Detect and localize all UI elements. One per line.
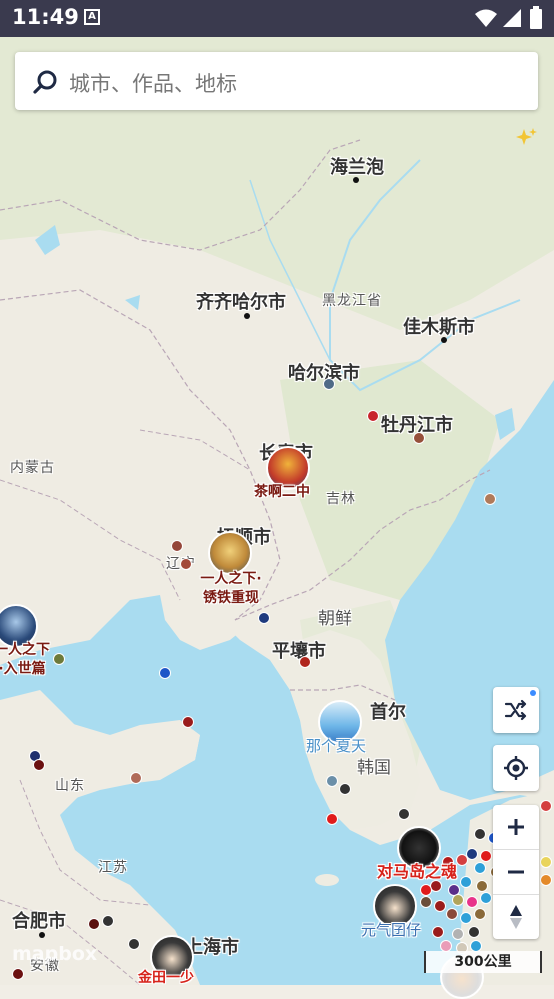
location-marker[interactable] — [540, 874, 552, 886]
location-marker[interactable] — [12, 968, 24, 980]
location-marker[interactable] — [299, 656, 311, 668]
location-marker[interactable] — [540, 856, 552, 868]
location-marker[interactable] — [171, 540, 183, 552]
zoom-in-button[interactable] — [493, 805, 539, 850]
location-marker[interactable] — [452, 928, 464, 940]
work-label[interactable]: 金田一少 — [138, 969, 194, 988]
work-label[interactable]: 元气囝仔 — [361, 921, 421, 940]
location-marker[interactable] — [474, 908, 486, 920]
mapbox-logo[interactable]: mapbox — [12, 943, 97, 965]
location-marker[interactable] — [474, 862, 486, 874]
location-marker[interactable] — [102, 915, 114, 927]
location-marker[interactable] — [480, 892, 492, 904]
location-marker[interactable] — [182, 716, 194, 728]
plus-icon — [508, 819, 524, 835]
location-marker[interactable] — [339, 783, 351, 795]
work-avatar[interactable] — [208, 531, 252, 575]
location-marker[interactable] — [476, 880, 488, 892]
work-label[interactable]: 那个夏天 — [306, 737, 366, 756]
status-time: 11:49 — [12, 5, 79, 29]
shuffle-button[interactable] — [493, 687, 539, 733]
location-marker[interactable] — [460, 912, 472, 924]
province-label-山东: 山东 — [55, 778, 85, 794]
location-marker[interactable] — [474, 828, 486, 840]
location-marker[interactable] — [413, 432, 425, 444]
compass-icon — [510, 905, 522, 929]
shuffle-icon — [504, 699, 527, 721]
location-marker[interactable] — [460, 876, 472, 888]
search-input[interactable]: 城市、作品、地标 — [69, 68, 237, 98]
work-label[interactable]: 一人之下·入世篇 — [0, 641, 52, 679]
country-label-朝鲜: 朝鲜 — [318, 609, 352, 629]
search-icon — [33, 70, 57, 94]
location-marker[interactable] — [326, 775, 338, 787]
location-marker[interactable] — [130, 772, 142, 784]
location-marker[interactable] — [128, 938, 140, 950]
location-marker[interactable] — [466, 896, 478, 908]
province-label-江苏: 江苏 — [98, 860, 128, 876]
zoom-out-button[interactable] — [493, 850, 539, 895]
wifi-icon — [475, 9, 497, 27]
location-marker[interactable] — [456, 854, 468, 866]
location-marker[interactable] — [88, 918, 100, 930]
city-label-首尔[interactable]: 首尔 — [370, 698, 406, 724]
new-indicator-dot — [530, 690, 536, 696]
city-label-齐齐哈尔市[interactable]: 齐齐哈尔市 — [196, 288, 286, 314]
sparkle-icon[interactable] — [516, 127, 538, 147]
location-marker[interactable] — [446, 908, 458, 920]
location-marker[interactable] — [480, 850, 492, 862]
province-label-黑龙江省: 黑龙江省 — [322, 293, 382, 309]
province-label-内蒙古: 内蒙古 — [10, 460, 55, 476]
crosshair-icon — [504, 756, 528, 780]
city-label-佳木斯市[interactable]: 佳木斯市 — [403, 313, 475, 339]
battery-icon — [530, 6, 542, 29]
location-marker[interactable] — [452, 894, 464, 906]
location-marker[interactable] — [33, 759, 45, 771]
location-marker[interactable] — [434, 900, 446, 912]
map-canvas[interactable] — [0, 37, 554, 985]
location-marker[interactable] — [367, 410, 379, 422]
location-marker[interactable] — [468, 926, 480, 938]
location-marker[interactable] — [258, 612, 270, 624]
work-label[interactable]: 对马岛之魂 — [377, 862, 457, 881]
notification-icon: A — [84, 9, 100, 25]
status-bar: 11:49 A — [0, 0, 554, 37]
work-label[interactable]: 茶啊二中 — [254, 483, 310, 502]
location-marker[interactable] — [420, 884, 432, 896]
city-label-合肥市[interactable]: 合肥市 — [12, 907, 66, 933]
location-marker[interactable] — [432, 926, 444, 938]
location-marker[interactable] — [180, 558, 192, 570]
location-marker[interactable] — [326, 813, 338, 825]
province-label-吉林: 吉林 — [326, 491, 356, 507]
location-marker[interactable] — [398, 808, 410, 820]
mapbox-logo-text: mapbox — [12, 943, 98, 965]
location-marker[interactable] — [420, 896, 432, 908]
location-marker[interactable] — [323, 378, 335, 390]
signal-icon — [503, 9, 521, 27]
location-marker[interactable] — [53, 653, 65, 665]
location-marker[interactable] — [159, 667, 171, 679]
city-label-海兰泡[interactable]: 海兰泡 — [330, 153, 384, 179]
minus-icon — [508, 870, 524, 874]
zoom-controls — [493, 805, 539, 939]
locate-button[interactable] — [493, 745, 539, 791]
search-bar[interactable]: 城市、作品、地标 — [15, 52, 538, 110]
location-marker[interactable] — [484, 493, 496, 505]
work-label[interactable]: 一人之下·锈铁重现 — [196, 570, 266, 608]
scale-bar: 300公里 — [424, 951, 542, 973]
compass-button[interactable] — [493, 895, 539, 939]
location-marker[interactable] — [540, 800, 552, 812]
country-label-韩国: 韩国 — [357, 758, 391, 778]
